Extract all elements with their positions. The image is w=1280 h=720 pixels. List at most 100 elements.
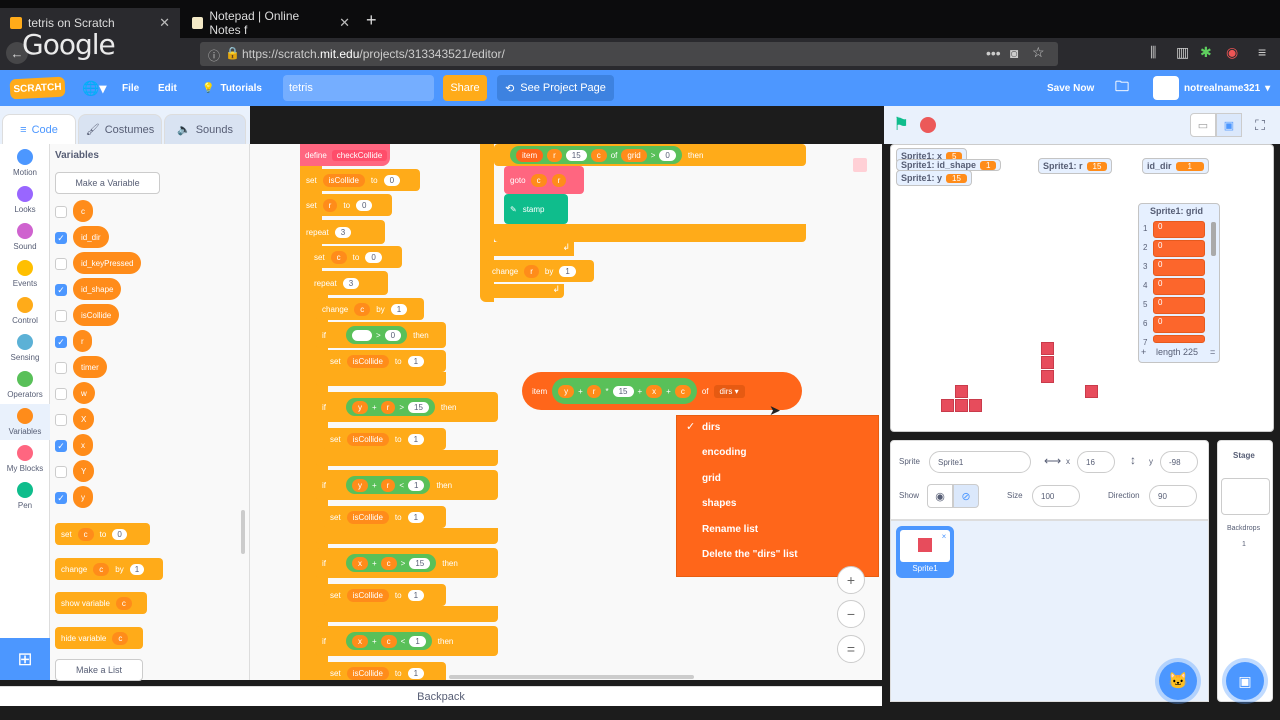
sprite-name-input[interactable]: Sprite1 bbox=[929, 451, 1031, 473]
addon-badge-icon[interactable]: ◉ bbox=[1226, 44, 1238, 61]
item-of-list-reporter[interactable]: item y + r * 15 + x + c of dirs ▾ bbox=[522, 372, 802, 410]
category-operators[interactable]: Operators bbox=[0, 367, 50, 403]
backpack[interactable]: Backpack bbox=[0, 686, 882, 706]
sprite1-costume[interactable] bbox=[1085, 385, 1098, 398]
block-var[interactable]: c bbox=[354, 302, 371, 316]
variable-checkbox[interactable]: ✓ bbox=[55, 336, 67, 348]
delete-sprite-icon[interactable]: × bbox=[938, 530, 950, 542]
block-value[interactable]: 1 bbox=[407, 511, 425, 523]
var[interactable]: c bbox=[674, 384, 691, 398]
set-var-block[interactable]: set c to 0 bbox=[55, 523, 150, 545]
browser-tab-notepad[interactable]: Notepad | Online Notes f ✕ bbox=[182, 8, 360, 38]
variable-checkbox[interactable] bbox=[55, 310, 67, 322]
block-value[interactable]: 0 bbox=[383, 174, 401, 186]
block-var[interactable]: r bbox=[524, 264, 539, 278]
monitor-id-dir[interactable]: id_dir 1 bbox=[1142, 158, 1209, 174]
monitor-sprite1-r[interactable]: Sprite1: r 15 bbox=[1038, 158, 1113, 174]
list-dropdown[interactable]: dirs ▾ bbox=[713, 384, 745, 398]
set-iscollide-block[interactable]: set isCollide to 0 bbox=[300, 169, 420, 191]
block-value[interactable]: 3 bbox=[334, 226, 352, 238]
value[interactable]: 1 bbox=[409, 635, 426, 647]
show-hidden-eye-icon[interactable]: ⊘ bbox=[953, 484, 979, 508]
hide-variable-block[interactable]: hide variable c bbox=[55, 627, 143, 649]
block-value[interactable]: 3 bbox=[342, 277, 360, 289]
block-var[interactable]: isCollide bbox=[346, 354, 389, 368]
block-value[interactable]: 0 bbox=[112, 528, 127, 540]
value[interactable]: 15 bbox=[409, 557, 431, 569]
variable-reporter[interactable]: r bbox=[73, 330, 92, 352]
block-var[interactable]: isCollide bbox=[346, 510, 389, 524]
variable-checkbox[interactable] bbox=[55, 362, 67, 374]
list-row-value[interactable] bbox=[1153, 335, 1205, 343]
set-iscollide-block[interactable]: set isCollide to 1 bbox=[324, 428, 446, 450]
list-row-value[interactable]: 0 bbox=[1153, 221, 1205, 238]
block-var[interactable]: isCollide bbox=[322, 173, 365, 187]
edit-menu[interactable]: Edit bbox=[158, 70, 177, 106]
variable-reporter[interactable]: c bbox=[73, 200, 93, 222]
goto-block[interactable]: goto c r bbox=[504, 166, 584, 194]
repeat-block[interactable]: repeat 3 bbox=[300, 220, 385, 244]
var[interactable]: y bbox=[352, 400, 368, 414]
language-globe-icon[interactable]: 🌐▾ bbox=[82, 70, 106, 106]
dropdown-item[interactable]: grid bbox=[702, 468, 721, 488]
category-pen[interactable]: Pen bbox=[0, 478, 50, 514]
category-sound[interactable]: Sound bbox=[0, 219, 50, 255]
value[interactable]: 15 bbox=[612, 385, 634, 397]
repeat-block[interactable]: repeat 3 bbox=[308, 271, 388, 295]
block-value[interactable]: 1 bbox=[407, 433, 425, 445]
item-reporter[interactable]: item bbox=[516, 148, 544, 162]
make-variable-button[interactable]: Make a Variable bbox=[55, 172, 160, 194]
var[interactable]: x bbox=[352, 634, 368, 648]
library-icon[interactable]: ⫼ bbox=[1150, 44, 1156, 61]
var[interactable]: r bbox=[551, 173, 567, 187]
variable-reporter[interactable]: w bbox=[73, 382, 95, 404]
fullscreen-icon[interactable]: ⛶ bbox=[1248, 113, 1272, 137]
block-var[interactable]: c bbox=[77, 527, 94, 541]
variable-reporter[interactable]: x bbox=[73, 434, 93, 456]
var[interactable]: x bbox=[352, 556, 368, 570]
category-sensing[interactable]: Sensing bbox=[0, 330, 50, 366]
url-bar[interactable]: ⓘ 🔒 https://scratch. mit.edu/projects/313… bbox=[200, 42, 1058, 66]
block-var[interactable]: c bbox=[330, 250, 347, 264]
var[interactable]: r bbox=[380, 400, 396, 414]
value[interactable]: 0 bbox=[659, 149, 676, 161]
list-row-value[interactable]: 0 bbox=[1153, 259, 1205, 276]
variable-reporter[interactable]: isCollide bbox=[73, 304, 120, 326]
if-block[interactable]: if x + c >15 then bbox=[316, 548, 498, 578]
variable-checkbox[interactable]: ✓ bbox=[55, 440, 67, 452]
var[interactable]: c bbox=[380, 634, 397, 648]
zoom-reset-button[interactable]: = bbox=[837, 635, 865, 663]
block-var[interactable]: isCollide bbox=[346, 666, 389, 680]
zoom-in-button[interactable]: + bbox=[837, 566, 865, 594]
if-block[interactable]: if y + r >15 then bbox=[316, 392, 498, 422]
make-list-button[interactable]: Make a List bbox=[55, 659, 143, 681]
block-var[interactable]: isCollide bbox=[346, 588, 389, 602]
dropdown-item[interactable]: dirs bbox=[702, 417, 720, 437]
block-value[interactable]: 1 bbox=[390, 303, 408, 315]
block-value[interactable]: 1 bbox=[559, 265, 576, 277]
set-iscollide-block[interactable]: set isCollide to 1 bbox=[324, 662, 446, 680]
define-block[interactable]: define checkCollide bbox=[300, 144, 390, 166]
change-r-block[interactable]: change r by 1 bbox=[486, 260, 594, 282]
bookmark-star-icon[interactable]: ☆ bbox=[1032, 44, 1045, 61]
if-block[interactable]: if y + r <1 then bbox=[316, 470, 498, 500]
pocket-icon[interactable]: ◙ bbox=[1010, 45, 1018, 61]
palette-scrollbar[interactable] bbox=[241, 510, 245, 554]
list-row-value[interactable]: 0 bbox=[1153, 240, 1205, 257]
block-var[interactable]: isCollide bbox=[346, 432, 389, 446]
stamp-block[interactable]: ✎ stamp bbox=[504, 194, 568, 224]
variable-checkbox[interactable] bbox=[55, 388, 67, 400]
tab-costumes[interactable]: 🖌 Costumes bbox=[78, 114, 162, 144]
set-iscollide-block[interactable]: set isCollide to 1 bbox=[324, 584, 446, 606]
variable-reporter[interactable]: id_shape bbox=[73, 278, 122, 300]
value[interactable]: 15 bbox=[408, 401, 429, 413]
save-now-button[interactable]: Save Now bbox=[1047, 70, 1094, 106]
list-resize-handle[interactable]: = bbox=[1210, 347, 1215, 357]
x-input[interactable]: 16 bbox=[1077, 451, 1115, 473]
block-value[interactable]: 1 bbox=[407, 355, 425, 367]
variable-reporter[interactable]: id_keyPressed bbox=[73, 252, 142, 274]
page-actions-icon[interactable]: ••• bbox=[986, 45, 1001, 61]
block-var[interactable]: c bbox=[112, 631, 129, 645]
variable-checkbox[interactable]: ✓ bbox=[55, 284, 67, 296]
empty-slot[interactable] bbox=[352, 329, 372, 341]
